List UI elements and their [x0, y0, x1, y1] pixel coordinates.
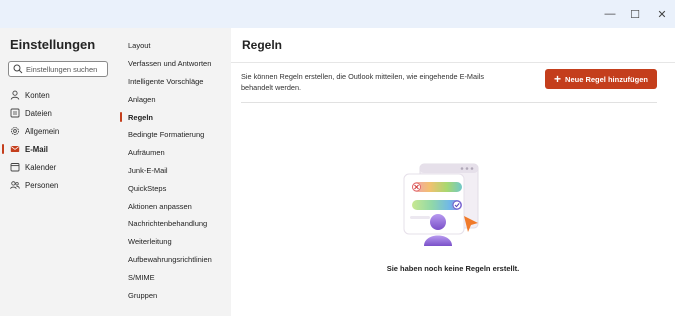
search-icon: [13, 64, 23, 74]
rules-empty-illustration: [403, 163, 479, 246]
settings-search-input[interactable]: [26, 64, 106, 74]
mail-icon: [10, 146, 20, 152]
category-label: E-Mail: [25, 144, 48, 154]
rules-content: Regeln Sie können Regeln erstellen, die …: [231, 28, 675, 316]
settings-title: Einstellungen: [10, 37, 96, 52]
settings-category-list: Konten Dateien Allgemein E-Mail Kalender…: [0, 86, 117, 194]
category-allgemein[interactable]: Allgemein: [0, 122, 117, 140]
calendar-icon: [10, 163, 20, 172]
category-label: Kalender: [25, 162, 57, 172]
subnav-quicksteps[interactable]: QuickSteps: [117, 179, 231, 197]
settings-sidebar: Einstellungen Konten Dateien: [0, 28, 117, 316]
person-icon: [10, 90, 20, 100]
subnav-nachrichtenbehandlung[interactable]: Nachrichtenbehandlung: [117, 215, 231, 233]
mail-settings-nav: Layout Verfassen und Antworten Intellige…: [117, 28, 231, 316]
add-rule-button[interactable]: + Neue Regel hinzufügen: [545, 69, 657, 89]
category-dateien[interactable]: Dateien: [0, 104, 117, 122]
close-button[interactable]: ✕: [648, 0, 675, 28]
category-e-mail[interactable]: E-Mail: [0, 140, 117, 158]
subnav-anlagen[interactable]: Anlagen: [117, 90, 231, 108]
subnav-verfassen[interactable]: Verfassen und Antworten: [117, 55, 231, 73]
title-bar: — ☐ ✕: [0, 0, 675, 28]
gear-icon: [11, 127, 19, 135]
subnav-gruppen[interactable]: Gruppen: [117, 286, 231, 304]
category-label: Konten: [25, 90, 50, 100]
category-label: Allgemein: [25, 126, 60, 136]
empty-state-message: Sie haben noch keine Regeln erstellt.: [386, 264, 520, 273]
mail-settings-list: Layout Verfassen und Antworten Intellige…: [117, 37, 231, 304]
subnav-bedingte-formatierung[interactable]: Bedingte Formatierung: [117, 126, 231, 144]
subnav-vorschlaege[interactable]: Intelligente Vorschläge: [117, 73, 231, 91]
section-divider: [241, 102, 657, 103]
add-rule-label: Neue Regel hinzufügen: [565, 74, 648, 84]
plus-icon: +: [554, 72, 562, 86]
category-kalender[interactable]: Kalender: [0, 158, 117, 176]
subnav-smime[interactable]: S/MIME: [117, 268, 231, 286]
subnav-layout[interactable]: Layout: [117, 37, 231, 55]
category-label: Dateien: [25, 108, 52, 118]
file-icon: [10, 108, 20, 118]
subnav-aufbewahrung[interactable]: Aufbewahrungsrichtlinien: [117, 251, 231, 269]
subnav-weiterleitung[interactable]: Weiterleitung: [117, 233, 231, 251]
category-konten[interactable]: Konten: [0, 86, 117, 104]
subnav-regeln[interactable]: Regeln: [117, 108, 231, 126]
minimize-button[interactable]: —: [596, 0, 624, 28]
page-title: Regeln: [242, 38, 283, 52]
subnav-aufraeumen[interactable]: Aufräumen: [117, 144, 231, 162]
settings-search-box[interactable]: [8, 61, 108, 77]
subnav-aktionen[interactable]: Aktionen anpassen: [117, 197, 231, 215]
maximize-button[interactable]: ☐: [621, 0, 649, 28]
category-personen[interactable]: Personen: [0, 176, 117, 194]
rules-description: Sie können Regeln erstellen, die Outlook…: [241, 72, 484, 92]
header-divider: [231, 62, 675, 63]
subnav-junk-email[interactable]: Junk-E-Mail: [117, 162, 231, 180]
category-label: Personen: [25, 180, 59, 190]
people-icon: [10, 181, 20, 189]
